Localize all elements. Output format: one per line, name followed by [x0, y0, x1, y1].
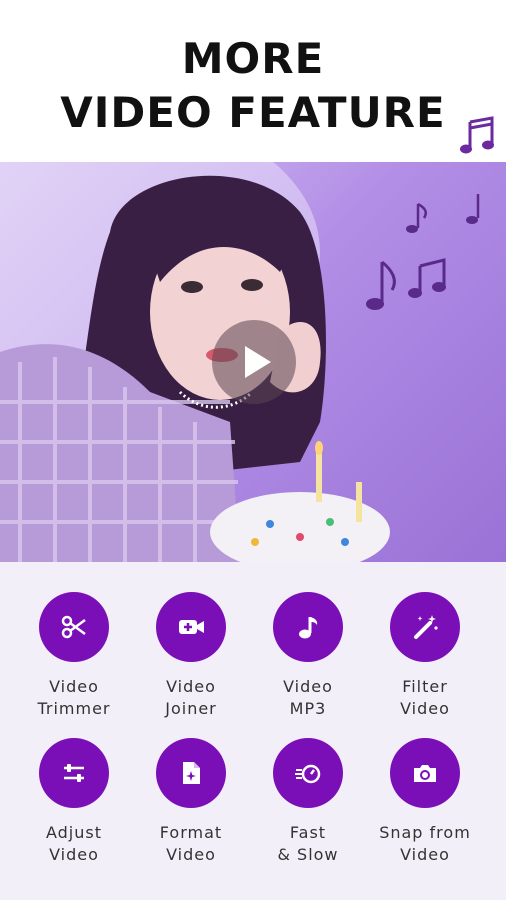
feature-label: Format Video: [159, 823, 223, 864]
feature-video-joiner[interactable]: Video Joiner: [133, 592, 249, 732]
camera-icon: [390, 738, 460, 808]
feature-snap-from-video[interactable]: Snap from Video: [367, 738, 483, 878]
magic-wand-icon: [390, 592, 460, 662]
feature-video-mp3[interactable]: Video MP3: [250, 592, 366, 732]
feature-label: Video MP3: [283, 677, 333, 718]
feature-fast-slow[interactable]: Fast & Slow: [250, 738, 366, 878]
header: MORE VIDEO FEATURE: [0, 0, 506, 162]
title-line-1: MORE: [181, 34, 325, 83]
feature-label: Video Joiner: [165, 677, 217, 718]
feature-video-trimmer[interactable]: Video Trimmer: [16, 592, 132, 732]
hero-video-preview[interactable]: [0, 162, 506, 562]
title-line-2: VIDEO FEATURE: [60, 88, 446, 137]
feature-label: Filter Video: [400, 677, 450, 718]
feature-label: Snap from Video: [379, 823, 471, 864]
feature-label: Adjust Video: [45, 823, 102, 864]
feature-label: Fast & Slow: [277, 823, 339, 864]
scissors-icon: [39, 592, 109, 662]
feature-adjust-video[interactable]: Adjust Video: [16, 738, 132, 878]
features-panel: Video Trimmer Video Joiner Video MP3 Fil…: [0, 562, 506, 900]
music-note-icon: [273, 592, 343, 662]
feature-label: Video Trimmer: [37, 677, 111, 718]
feature-format-video[interactable]: Format Video: [133, 738, 249, 878]
video-add-icon: [156, 592, 226, 662]
feature-filter-video[interactable]: Filter Video: [367, 592, 483, 732]
speed-icon: [273, 738, 343, 808]
music-notes-icon: [460, 116, 494, 154]
file-sparkle-icon: [156, 738, 226, 808]
sliders-icon: [39, 738, 109, 808]
play-button[interactable]: [212, 320, 296, 404]
